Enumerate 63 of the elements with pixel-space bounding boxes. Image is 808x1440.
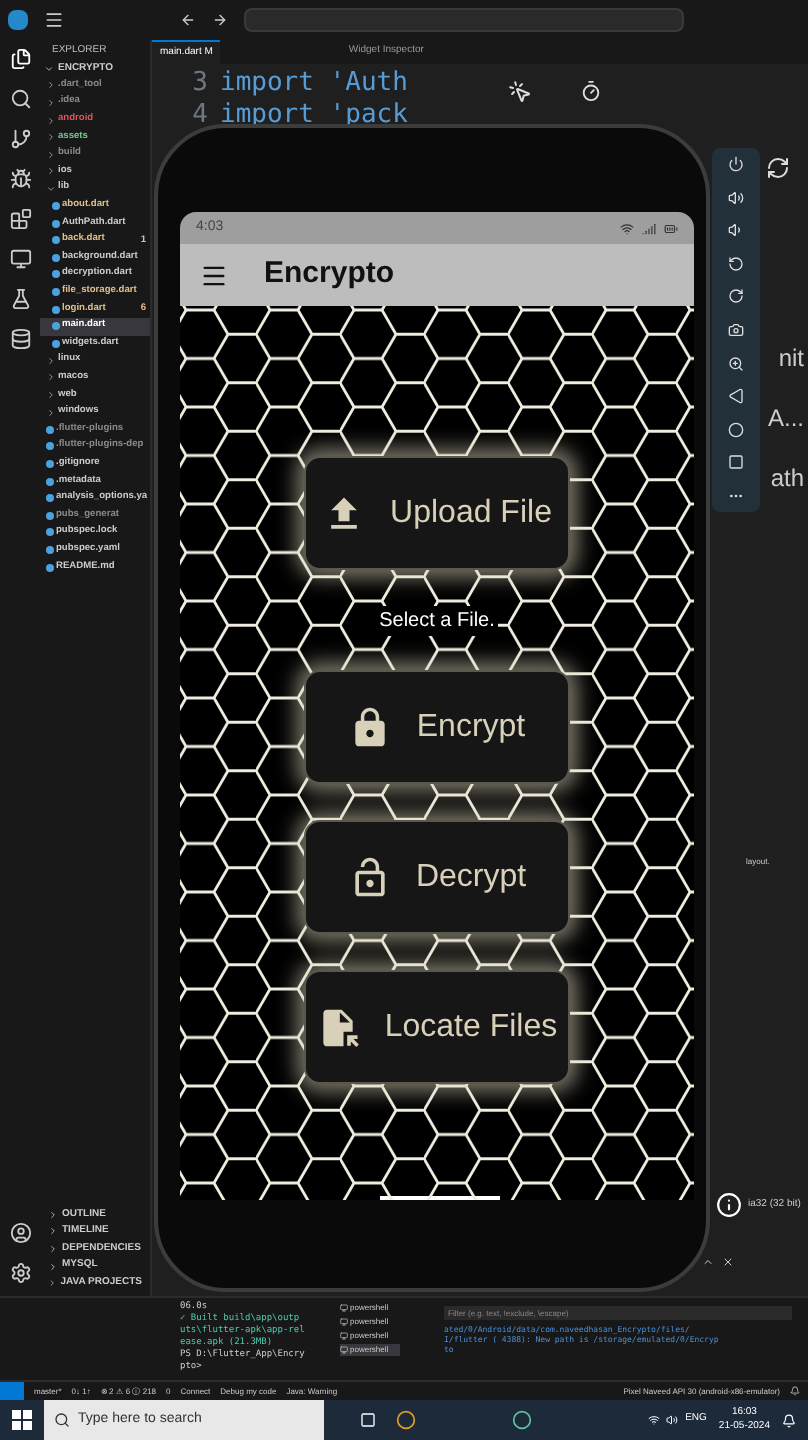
- battery-icon: [664, 221, 678, 235]
- files-icon[interactable]: [9, 48, 31, 70]
- flask-icon[interactable]: [9, 288, 31, 310]
- app-button[interactable]: Decrypt: [304, 820, 570, 934]
- app-icon[interactable]: [396, 1410, 416, 1430]
- wifi-icon: [620, 221, 634, 235]
- back-icon[interactable]: [180, 12, 196, 28]
- notifications-icon[interactable]: [782, 1413, 796, 1427]
- code-fragment: ath: [770, 462, 804, 496]
- app-button[interactable]: Encrypt: [304, 670, 570, 784]
- reload-icon[interactable]: [766, 156, 790, 180]
- rotate-left-icon[interactable]: [728, 255, 744, 272]
- app-button[interactable]: Locate Files: [304, 970, 570, 1084]
- hint-text: Select a File.: [375, 606, 499, 636]
- home-icon[interactable]: [728, 421, 744, 438]
- app-icon[interactable]: [512, 1410, 532, 1430]
- menu-icon[interactable]: [44, 10, 64, 30]
- windows-icon[interactable]: [12, 1410, 32, 1430]
- terminal-icon: [340, 1304, 348, 1312]
- code-line: import 'pack: [220, 100, 408, 132]
- terminal-icon: [340, 1332, 348, 1340]
- volume-up-icon[interactable]: [728, 189, 744, 206]
- network-icon[interactable]: [647, 1414, 660, 1426]
- settings-icon[interactable]: [9, 1262, 31, 1284]
- search-icon[interactable]: [9, 88, 31, 110]
- power-icon[interactable]: [728, 156, 744, 172]
- task-view-icon[interactable]: [360, 1412, 376, 1428]
- timer-icon[interactable]: [580, 80, 602, 102]
- monitor-icon[interactable]: [9, 248, 31, 270]
- remote-icon[interactable]: [0, 1381, 24, 1401]
- menu-icon[interactable]: [200, 261, 228, 289]
- branch-icon[interactable]: [9, 128, 31, 150]
- volume-down-icon[interactable]: [728, 222, 744, 239]
- terminal-icon: [340, 1318, 348, 1326]
- search-icon: [54, 1412, 70, 1428]
- zoom-icon[interactable]: [728, 355, 744, 372]
- overview-icon[interactable]: [728, 454, 744, 471]
- database-icon[interactable]: [9, 328, 31, 350]
- signal-icon: [642, 221, 656, 235]
- close-icon[interactable]: [722, 1256, 734, 1268]
- maximize-icon[interactable]: [702, 1256, 714, 1268]
- pointer-click-icon[interactable]: [508, 80, 532, 104]
- back-icon[interactable]: [728, 388, 744, 405]
- chevron-down-icon: [46, 183, 56, 194]
- code-line: import 'Auth: [220, 68, 408, 100]
- code-fragment: nit: [778, 342, 804, 376]
- rotate-right-icon[interactable]: [728, 288, 744, 305]
- line-number: 4: [190, 100, 208, 132]
- extensions-icon[interactable]: [9, 208, 31, 230]
- app-button[interactable]: Upload File: [304, 456, 570, 570]
- line-number: 3: [190, 68, 208, 100]
- account-icon[interactable]: [9, 1222, 31, 1244]
- bell-icon[interactable]: [790, 1386, 800, 1396]
- bug-icon[interactable]: [9, 168, 31, 190]
- terminal-icon: [340, 1346, 348, 1354]
- app-title: Encrypto: [264, 254, 395, 295]
- info-icon[interactable]: [716, 1192, 742, 1218]
- volume-icon[interactable]: [665, 1414, 678, 1426]
- forward-icon[interactable]: [212, 12, 228, 28]
- chevron-down-icon: [44, 63, 54, 74]
- code-fragment: A...: [767, 402, 804, 436]
- app-logo-icon: [8, 10, 28, 30]
- camera-icon[interactable]: [728, 321, 744, 338]
